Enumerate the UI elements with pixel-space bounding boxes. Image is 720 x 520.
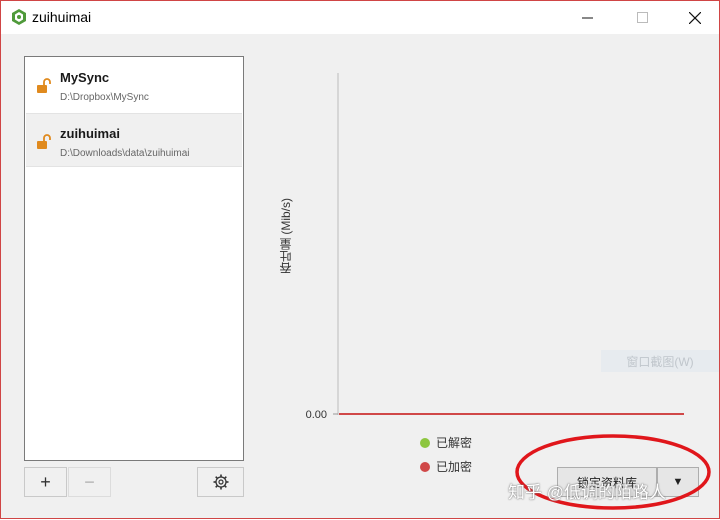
zhihu-watermark: 知乎 @低调的陌路人 [508,483,666,502]
legend-dot [420,437,430,448]
y-tick-label: 0.00 [306,409,327,421]
y-axis-label: 吞吐量 (Mib/s) [279,198,293,274]
legend-item-decrypted: 已解密 [420,434,472,451]
legend-label: 已解密 [436,436,473,450]
legend-dot [420,461,430,472]
throughput-chart: 0.00 [306,73,684,421]
legend-label: 已加密 [436,460,473,474]
legend-item-encrypted: 已加密 [420,458,472,475]
window-screenshot-overlay[interactable]: 窗口截图(W) [601,350,719,372]
app-window: zuihuimai MySync D:\Dropbox\MySync zuihu… [0,0,720,519]
